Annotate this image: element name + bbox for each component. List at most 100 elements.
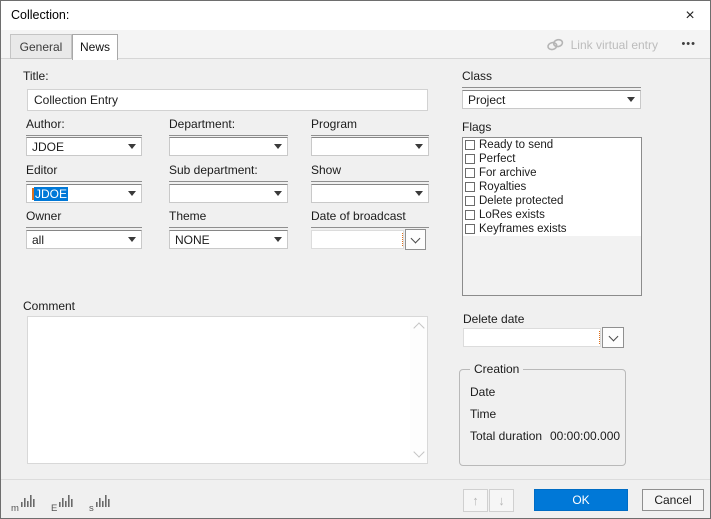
ok-button[interactable]: OK [534, 489, 628, 511]
title-label: Title: [23, 69, 49, 83]
checkbox-icon[interactable] [465, 154, 475, 164]
show-combobox[interactable] [311, 184, 429, 203]
waveform-icon [95, 493, 113, 513]
date-caret [402, 233, 403, 246]
chevron-down-icon[interactable] [274, 191, 282, 196]
marker-e-letter: E [51, 505, 57, 513]
date-of-broadcast-label: Date of broadcast [311, 209, 429, 228]
tab-general[interactable]: General [10, 34, 72, 59]
waveform-icon [20, 493, 38, 513]
title-input[interactable]: Collection Entry [27, 89, 428, 111]
waveform-icon [58, 493, 76, 513]
creation-legend: Creation [470, 362, 523, 376]
show-label: Show [311, 163, 429, 182]
editor-combobox[interactable]: JDOE [26, 184, 142, 203]
chevron-down-icon [411, 233, 421, 243]
department-combobox[interactable] [169, 137, 288, 156]
checkbox-icon[interactable] [465, 196, 475, 206]
chevron-down-icon[interactable] [128, 144, 136, 149]
footer-divider [1, 479, 710, 480]
move-down-button[interactable]: ↓ [489, 489, 514, 512]
chevron-down-icon[interactable] [627, 97, 635, 102]
flag-label: For archive [479, 167, 537, 179]
theme-value: NONE [175, 232, 274, 248]
comment-label: Comment [23, 299, 75, 313]
creation-time-label: Time [470, 407, 496, 421]
creation-total-duration-label: Total duration [470, 429, 542, 443]
class-combobox[interactable]: Project [462, 90, 641, 109]
flag-row-keyframes-exists[interactable]: Keyframes exists [463, 222, 641, 236]
checkbox-icon[interactable] [465, 140, 475, 150]
flag-row-royalties[interactable]: Royalties [463, 180, 641, 194]
marker-m-button[interactable]: m [11, 491, 41, 513]
delete-date-dropdown-button[interactable] [602, 327, 624, 348]
flag-row-for-archive[interactable]: For archive [463, 166, 641, 180]
flag-label: Ready to send [479, 139, 553, 151]
class-value: Project [468, 92, 627, 108]
owner-combobox[interactable]: all [26, 230, 142, 249]
department-label: Department: [169, 117, 288, 136]
marker-s-button[interactable]: s [89, 491, 119, 513]
arrow-up-icon: ↑ [472, 493, 479, 508]
flags-listbox[interactable]: Ready to send Perfect For archive Royalt… [462, 137, 642, 296]
tab-strip: General News Link virtual entry ••• [1, 30, 710, 59]
chevron-down-icon[interactable] [415, 191, 423, 196]
tab-news[interactable]: News [72, 34, 118, 60]
creation-groupbox: Creation Date Time Total duration 00:00:… [459, 369, 626, 466]
checkbox-icon[interactable] [465, 210, 475, 220]
date-of-broadcast-input[interactable] [311, 230, 404, 249]
link-chain-icon [546, 38, 565, 51]
flag-label: Royalties [479, 181, 526, 193]
sub-department-label: Sub department: [169, 163, 288, 182]
checkbox-icon[interactable] [465, 182, 475, 192]
date-of-broadcast-dropdown-button[interactable] [405, 229, 426, 250]
chevron-down-icon[interactable] [128, 191, 136, 196]
checkbox-icon[interactable] [465, 224, 475, 234]
sub-department-combobox[interactable] [169, 184, 288, 203]
author-combobox[interactable]: JDOE [26, 137, 142, 156]
selected-text: JDOE [34, 187, 68, 201]
scroll-up-icon[interactable] [413, 322, 424, 333]
checkbox-icon[interactable] [465, 168, 475, 178]
link-virtual-entry-button[interactable]: Link virtual entry [546, 30, 658, 59]
author-label: Author: [26, 117, 142, 136]
scroll-down-icon[interactable] [413, 446, 424, 457]
flag-label: Delete protected [479, 195, 563, 207]
window-title: Collection: [11, 1, 69, 30]
author-value: JDOE [32, 139, 128, 155]
flag-row-delete-protected[interactable]: Delete protected [463, 194, 641, 208]
flag-row-lores-exists[interactable]: LoRes exists [463, 208, 641, 222]
chevron-down-icon[interactable] [415, 144, 423, 149]
program-combobox[interactable] [311, 137, 429, 156]
close-icon[interactable]: × [676, 3, 704, 28]
move-up-button[interactable]: ↑ [463, 489, 488, 512]
delete-date-label: Delete date [463, 312, 524, 326]
flag-row-perfect[interactable]: Perfect [463, 152, 641, 166]
chevron-down-icon[interactable] [274, 237, 282, 242]
flag-label: Keyframes exists [479, 223, 567, 235]
marker-e-button[interactable]: E [51, 491, 81, 513]
more-options-button[interactable]: ••• [681, 30, 696, 59]
chevron-down-icon[interactable] [128, 237, 136, 242]
creation-total-duration-value: 00:00:00.000 [550, 429, 620, 443]
flags-label: Flags [462, 120, 491, 134]
theme-label: Theme [169, 209, 288, 228]
marker-m-letter: m [11, 505, 19, 513]
marker-s-letter: s [89, 505, 94, 513]
comment-textarea[interactable] [27, 316, 428, 464]
title-value: Collection Entry [34, 93, 118, 107]
delete-date-input[interactable] [463, 328, 601, 347]
comment-scrollbar[interactable] [410, 317, 427, 463]
creation-date-label: Date [470, 385, 495, 399]
owner-value: all [32, 232, 128, 248]
collection-dialog: Collection: × General News Link virtual … [0, 0, 711, 519]
flag-label: LoRes exists [479, 209, 545, 221]
chevron-down-icon[interactable] [274, 144, 282, 149]
cancel-button[interactable]: Cancel [642, 489, 704, 511]
theme-combobox[interactable]: NONE [169, 230, 288, 249]
flag-row-ready-to-send[interactable]: Ready to send [463, 138, 641, 152]
editor-value: JDOE [32, 186, 128, 202]
editor-label: Editor [26, 163, 142, 182]
link-virtual-entry-label: Link virtual entry [571, 38, 658, 52]
title-bar: Collection: × [1, 1, 710, 30]
